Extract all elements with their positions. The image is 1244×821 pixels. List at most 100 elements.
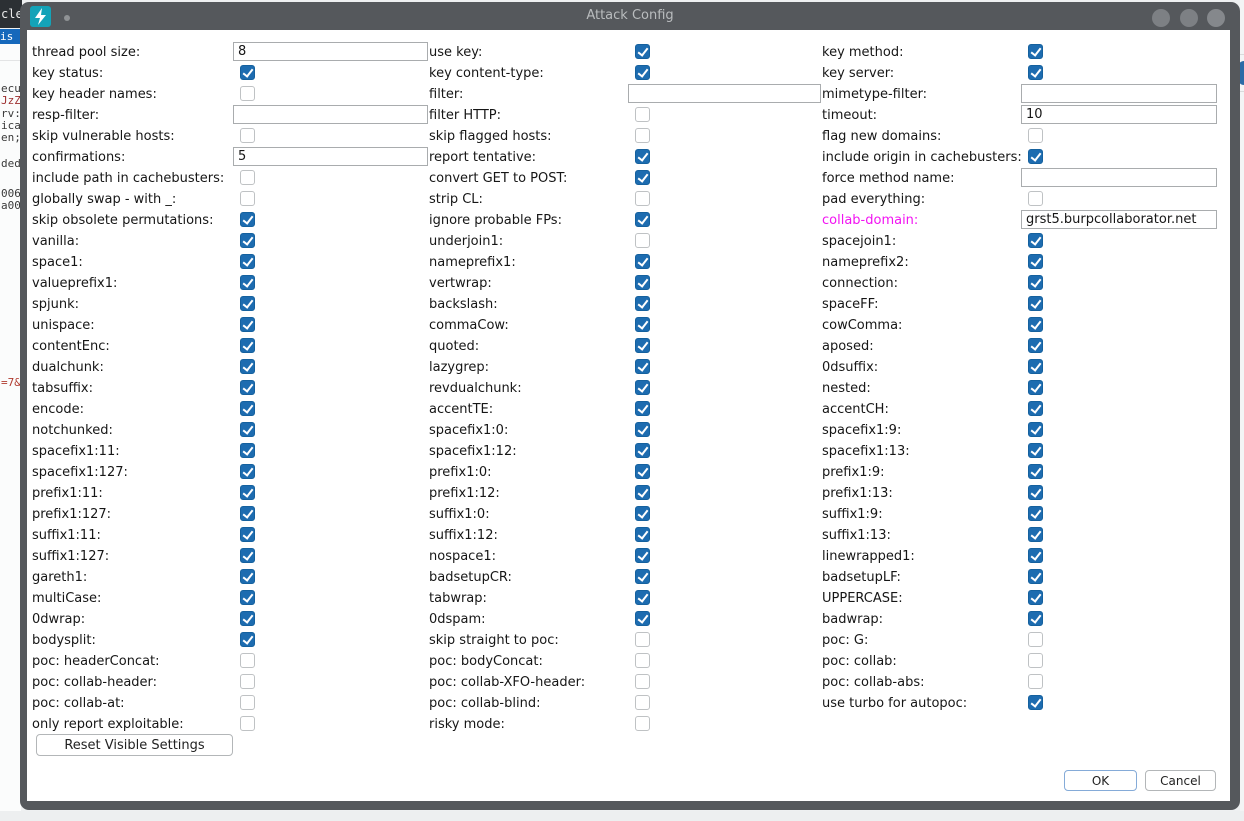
bodysplit-checkbox[interactable] [240, 632, 255, 647]
suffix1-12-checkbox[interactable] [635, 527, 650, 542]
nameprefix2-checkbox[interactable] [1028, 254, 1043, 269]
include-path-in-cachebusters-checkbox[interactable] [240, 170, 255, 185]
close-button[interactable] [1207, 9, 1225, 27]
contentenc-checkbox[interactable] [240, 338, 255, 353]
filter-http-checkbox[interactable] [635, 107, 650, 122]
multicase-checkbox[interactable] [240, 590, 255, 605]
poc-collab-xfo-header-checkbox[interactable] [635, 674, 650, 689]
mimetype-filter-input[interactable] [1021, 84, 1217, 103]
badsetupcr-checkbox[interactable] [635, 569, 650, 584]
only-report-exploitable-checkbox[interactable] [240, 716, 255, 731]
quoted-checkbox[interactable] [635, 338, 650, 353]
poc-headerconcat-checkbox[interactable] [240, 653, 255, 668]
pad-everything-checkbox[interactable] [1028, 191, 1043, 206]
maximize-button[interactable] [1180, 9, 1198, 27]
0dwrap-checkbox[interactable] [240, 611, 255, 626]
suffix1-0-checkbox[interactable] [635, 506, 650, 521]
prefix1-13-checkbox[interactable] [1028, 485, 1043, 500]
notchunked-checkbox[interactable] [240, 422, 255, 437]
cowcomma-checkbox[interactable] [1028, 317, 1043, 332]
skip-vulnerable-hosts-checkbox[interactable] [240, 128, 255, 143]
nameprefix1-checkbox[interactable] [635, 254, 650, 269]
ignore-probable-fps-checkbox[interactable] [635, 212, 650, 227]
confirmations-input[interactable] [233, 147, 428, 166]
key-status-checkbox[interactable] [240, 65, 255, 80]
poc-g-checkbox[interactable] [1028, 632, 1043, 647]
dualchunk-checkbox[interactable] [240, 359, 255, 374]
key-header-names-checkbox[interactable] [240, 86, 255, 101]
strip-cl-checkbox[interactable] [635, 191, 650, 206]
report-tentative-checkbox[interactable] [635, 149, 650, 164]
spacefix1-13-checkbox[interactable] [1028, 443, 1043, 458]
badwrap-checkbox[interactable] [1028, 611, 1043, 626]
titlebar[interactable]: Attack Config [20, 2, 1240, 30]
valueprefix1-checkbox[interactable] [240, 275, 255, 290]
0dsuffix-checkbox[interactable] [1028, 359, 1043, 374]
lazygrep-checkbox[interactable] [635, 359, 650, 374]
flag-new-domains-checkbox[interactable] [1028, 128, 1043, 143]
prefix1-9-checkbox[interactable] [1028, 464, 1043, 479]
tabsuffix-checkbox[interactable] [240, 380, 255, 395]
suffix1-9-checkbox[interactable] [1028, 506, 1043, 521]
accentte-checkbox[interactable] [635, 401, 650, 416]
poc-collab-header-checkbox[interactable] [240, 674, 255, 689]
force-method-name-input[interactable] [1021, 168, 1217, 187]
spacefix1-12-checkbox[interactable] [635, 443, 650, 458]
nospace1-checkbox[interactable] [635, 548, 650, 563]
minimize-button[interactable] [1152, 9, 1170, 27]
spacefix1-11-checkbox[interactable] [240, 443, 255, 458]
suffix1-127-checkbox[interactable] [240, 548, 255, 563]
badsetuplf-checkbox[interactable] [1028, 569, 1043, 584]
ok-button[interactable]: OK [1064, 770, 1137, 791]
resp-filter-input[interactable] [233, 105, 428, 124]
spaceff-checkbox[interactable] [1028, 296, 1043, 311]
space1-checkbox[interactable] [240, 254, 255, 269]
filter-input[interactable] [628, 84, 821, 103]
accentch-checkbox[interactable] [1028, 401, 1043, 416]
gareth1-checkbox[interactable] [240, 569, 255, 584]
encode-checkbox[interactable] [240, 401, 255, 416]
commacow-checkbox[interactable] [635, 317, 650, 332]
convert-get-to-post-checkbox[interactable] [635, 170, 650, 185]
unispace-checkbox[interactable] [240, 317, 255, 332]
poc-collab-checkbox[interactable] [1028, 653, 1043, 668]
poc-collab-blind-checkbox[interactable] [635, 695, 650, 710]
collab-domain-input[interactable] [1021, 210, 1217, 229]
underjoin1-checkbox[interactable] [635, 233, 650, 248]
0dspam-checkbox[interactable] [635, 611, 650, 626]
skip-flagged-hosts-checkbox[interactable] [635, 128, 650, 143]
key-content-type-checkbox[interactable] [635, 65, 650, 80]
thread-pool-size-input[interactable] [233, 42, 428, 61]
poc-collab-at-checkbox[interactable] [240, 695, 255, 710]
nested-checkbox[interactable] [1028, 380, 1043, 395]
use-turbo-for-autopoc-checkbox[interactable] [1028, 695, 1043, 710]
revdualchunk-checkbox[interactable] [635, 380, 650, 395]
tabwrap-checkbox[interactable] [635, 590, 650, 605]
suffix1-13-checkbox[interactable] [1028, 527, 1043, 542]
skip-straight-to-poc-checkbox[interactable] [635, 632, 650, 647]
include-origin-in-cachebusters-checkbox[interactable] [1028, 149, 1043, 164]
risky-mode-checkbox[interactable] [635, 716, 650, 731]
timeout-input[interactable] [1021, 105, 1217, 124]
suffix1-11-checkbox[interactable] [240, 527, 255, 542]
prefix1-127-checkbox[interactable] [240, 506, 255, 521]
poc-collab-abs-checkbox[interactable] [1028, 674, 1043, 689]
spjunk-checkbox[interactable] [240, 296, 255, 311]
spacejoin1-checkbox[interactable] [1028, 233, 1043, 248]
spacefix1-0-checkbox[interactable] [635, 422, 650, 437]
reset-visible-settings-button[interactable]: Reset Visible Settings [36, 734, 233, 756]
aposed-checkbox[interactable] [1028, 338, 1043, 353]
key-server-checkbox[interactable] [1028, 65, 1043, 80]
vanilla-checkbox[interactable] [240, 233, 255, 248]
backslash-checkbox[interactable] [635, 296, 650, 311]
prefix1-0-checkbox[interactable] [635, 464, 650, 479]
uppercase-checkbox[interactable] [1028, 590, 1043, 605]
spacefix1-127-checkbox[interactable] [240, 464, 255, 479]
key-method-checkbox[interactable] [1028, 44, 1043, 59]
skip-obsolete-permutations-checkbox[interactable] [240, 212, 255, 227]
cancel-button[interactable]: Cancel [1145, 770, 1216, 791]
vertwrap-checkbox[interactable] [635, 275, 650, 290]
use-key-checkbox[interactable] [635, 44, 650, 59]
spacefix1-9-checkbox[interactable] [1028, 422, 1043, 437]
globally-swap-with-checkbox[interactable] [240, 191, 255, 206]
